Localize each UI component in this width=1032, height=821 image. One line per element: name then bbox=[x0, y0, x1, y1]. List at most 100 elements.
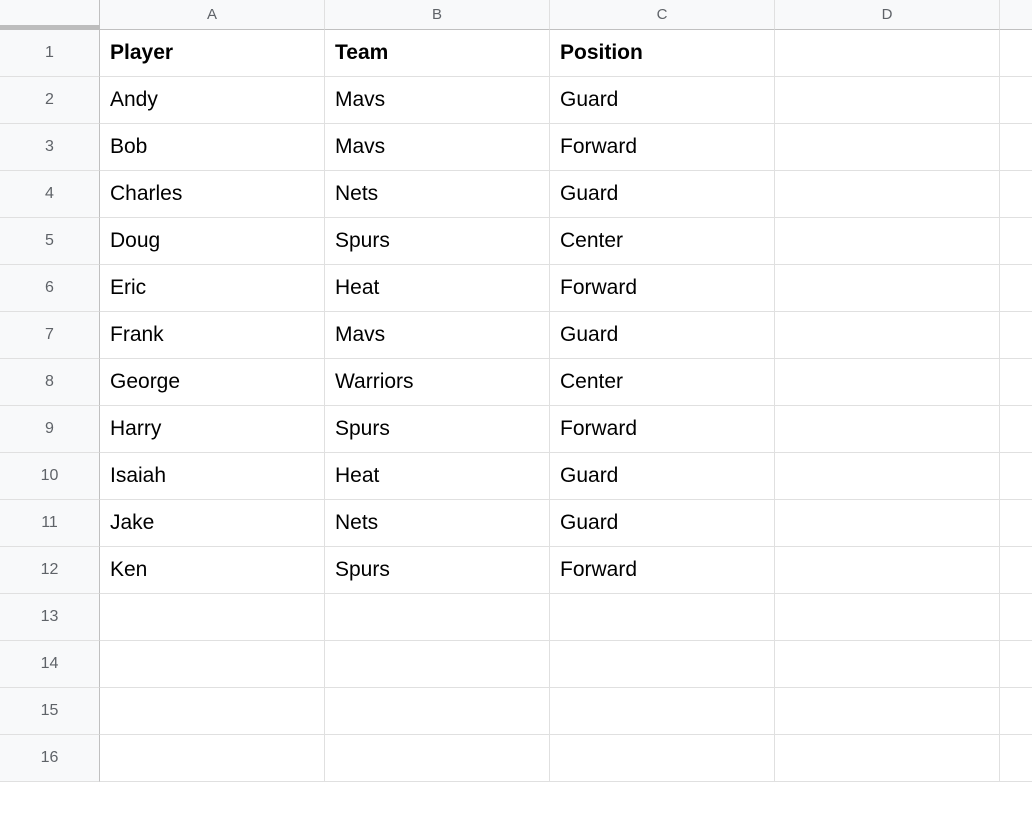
column-header-c[interactable]: C bbox=[550, 0, 775, 30]
cell-b3[interactable]: Mavs bbox=[325, 124, 550, 171]
row-header-4[interactable]: 4 bbox=[0, 171, 100, 218]
row-header-9[interactable]: 9 bbox=[0, 406, 100, 453]
cell-a7[interactable]: Frank bbox=[100, 312, 325, 359]
row-header-6[interactable]: 6 bbox=[0, 265, 100, 312]
cell-b8[interactable]: Warriors bbox=[325, 359, 550, 406]
cell-b6[interactable]: Heat bbox=[325, 265, 550, 312]
cell-overflow-13[interactable] bbox=[1000, 594, 1032, 641]
cell-b11[interactable]: Nets bbox=[325, 500, 550, 547]
cell-c9[interactable]: Forward bbox=[550, 406, 775, 453]
cell-c13[interactable] bbox=[550, 594, 775, 641]
cell-b16[interactable] bbox=[325, 735, 550, 782]
row-header-1[interactable]: 1 bbox=[0, 30, 100, 77]
cell-overflow-7[interactable] bbox=[1000, 312, 1032, 359]
cell-c2[interactable]: Guard bbox=[550, 77, 775, 124]
cell-b5[interactable]: Spurs bbox=[325, 218, 550, 265]
cell-d10[interactable] bbox=[775, 453, 1000, 500]
cell-a1[interactable]: Player bbox=[100, 30, 325, 77]
cell-overflow-14[interactable] bbox=[1000, 641, 1032, 688]
cell-b10[interactable]: Heat bbox=[325, 453, 550, 500]
cell-c11[interactable]: Guard bbox=[550, 500, 775, 547]
cell-overflow-16[interactable] bbox=[1000, 735, 1032, 782]
row-header-14[interactable]: 14 bbox=[0, 641, 100, 688]
cell-a15[interactable] bbox=[100, 688, 325, 735]
cell-d5[interactable] bbox=[775, 218, 1000, 265]
cell-c7[interactable]: Guard bbox=[550, 312, 775, 359]
cell-b15[interactable] bbox=[325, 688, 550, 735]
cell-overflow-11[interactable] bbox=[1000, 500, 1032, 547]
cell-a11[interactable]: Jake bbox=[100, 500, 325, 547]
cell-a3[interactable]: Bob bbox=[100, 124, 325, 171]
column-header-a[interactable]: A bbox=[100, 0, 325, 30]
cell-c6[interactable]: Forward bbox=[550, 265, 775, 312]
cell-a9[interactable]: Harry bbox=[100, 406, 325, 453]
cell-a16[interactable] bbox=[100, 735, 325, 782]
cell-d14[interactable] bbox=[775, 641, 1000, 688]
cell-overflow-15[interactable] bbox=[1000, 688, 1032, 735]
cell-b9[interactable]: Spurs bbox=[325, 406, 550, 453]
row-header-3[interactable]: 3 bbox=[0, 124, 100, 171]
cell-d9[interactable] bbox=[775, 406, 1000, 453]
cell-d11[interactable] bbox=[775, 500, 1000, 547]
cell-overflow-5[interactable] bbox=[1000, 218, 1032, 265]
cell-a6[interactable]: Eric bbox=[100, 265, 325, 312]
row-header-12[interactable]: 12 bbox=[0, 547, 100, 594]
cell-c10[interactable]: Guard bbox=[550, 453, 775, 500]
cell-d1[interactable] bbox=[775, 30, 1000, 77]
cell-overflow-10[interactable] bbox=[1000, 453, 1032, 500]
cell-c16[interactable] bbox=[550, 735, 775, 782]
cell-d2[interactable] bbox=[775, 77, 1000, 124]
cell-overflow-9[interactable] bbox=[1000, 406, 1032, 453]
row-header-11[interactable]: 11 bbox=[0, 500, 100, 547]
cell-d12[interactable] bbox=[775, 547, 1000, 594]
cell-c3[interactable]: Forward bbox=[550, 124, 775, 171]
cell-overflow-8[interactable] bbox=[1000, 359, 1032, 406]
cell-d3[interactable] bbox=[775, 124, 1000, 171]
cell-overflow-4[interactable] bbox=[1000, 171, 1032, 218]
column-header-overflow[interactable] bbox=[1000, 0, 1032, 30]
column-header-b[interactable]: B bbox=[325, 0, 550, 30]
cell-b12[interactable]: Spurs bbox=[325, 547, 550, 594]
cell-d13[interactable] bbox=[775, 594, 1000, 641]
cell-overflow-3[interactable] bbox=[1000, 124, 1032, 171]
row-header-2[interactable]: 2 bbox=[0, 77, 100, 124]
cell-b14[interactable] bbox=[325, 641, 550, 688]
cell-a10[interactable]: Isaiah bbox=[100, 453, 325, 500]
cell-overflow-2[interactable] bbox=[1000, 77, 1032, 124]
row-header-8[interactable]: 8 bbox=[0, 359, 100, 406]
cell-overflow-1[interactable] bbox=[1000, 30, 1032, 77]
cell-a4[interactable]: Charles bbox=[100, 171, 325, 218]
cell-b7[interactable]: Mavs bbox=[325, 312, 550, 359]
column-header-d[interactable]: D bbox=[775, 0, 1000, 30]
row-header-5[interactable]: 5 bbox=[0, 218, 100, 265]
row-header-16[interactable]: 16 bbox=[0, 735, 100, 782]
cell-a14[interactable] bbox=[100, 641, 325, 688]
cell-c5[interactable]: Center bbox=[550, 218, 775, 265]
cell-b2[interactable]: Mavs bbox=[325, 77, 550, 124]
cell-a13[interactable] bbox=[100, 594, 325, 641]
row-header-13[interactable]: 13 bbox=[0, 594, 100, 641]
cell-b4[interactable]: Nets bbox=[325, 171, 550, 218]
cell-c14[interactable] bbox=[550, 641, 775, 688]
cell-a12[interactable]: Ken bbox=[100, 547, 325, 594]
cell-overflow-6[interactable] bbox=[1000, 265, 1032, 312]
cell-c4[interactable]: Guard bbox=[550, 171, 775, 218]
cell-d16[interactable] bbox=[775, 735, 1000, 782]
row-header-7[interactable]: 7 bbox=[0, 312, 100, 359]
cell-b13[interactable] bbox=[325, 594, 550, 641]
select-all-corner[interactable] bbox=[0, 0, 100, 30]
cell-a2[interactable]: Andy bbox=[100, 77, 325, 124]
cell-d6[interactable] bbox=[775, 265, 1000, 312]
cell-c15[interactable] bbox=[550, 688, 775, 735]
row-header-10[interactable]: 10 bbox=[0, 453, 100, 500]
cell-d7[interactable] bbox=[775, 312, 1000, 359]
cell-d15[interactable] bbox=[775, 688, 1000, 735]
cell-c8[interactable]: Center bbox=[550, 359, 775, 406]
cell-overflow-12[interactable] bbox=[1000, 547, 1032, 594]
cell-a5[interactable]: Doug bbox=[100, 218, 325, 265]
cell-c12[interactable]: Forward bbox=[550, 547, 775, 594]
cell-a8[interactable]: George bbox=[100, 359, 325, 406]
cell-d8[interactable] bbox=[775, 359, 1000, 406]
cell-b1[interactable]: Team bbox=[325, 30, 550, 77]
cell-d4[interactable] bbox=[775, 171, 1000, 218]
